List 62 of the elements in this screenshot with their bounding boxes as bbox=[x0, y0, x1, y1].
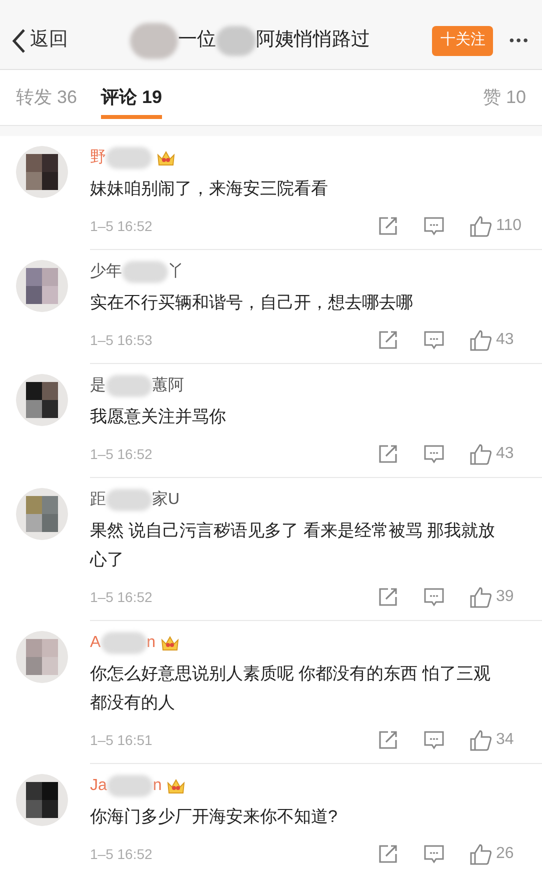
redaction-blur bbox=[106, 489, 152, 511]
user-name[interactable]: 家U bbox=[152, 488, 180, 512]
comment-time: 1–5 16:52 bbox=[90, 216, 154, 236]
share-icon[interactable] bbox=[378, 730, 398, 750]
crown-icon bbox=[156, 149, 176, 167]
share-icon[interactable] bbox=[378, 444, 398, 464]
comment-time: 1–5 16:52 bbox=[90, 444, 154, 464]
more-button[interactable]: ••• bbox=[509, 30, 530, 51]
title-text: 一位 bbox=[178, 28, 216, 52]
redaction-blur bbox=[122, 261, 168, 283]
back-icon bbox=[12, 28, 26, 54]
thumbs-up-icon[interactable] bbox=[470, 330, 492, 350]
share-icon[interactable] bbox=[378, 330, 398, 350]
like-count: 39 bbox=[496, 587, 515, 607]
comment-icon[interactable] bbox=[424, 216, 444, 236]
thumbs-up-icon[interactable] bbox=[470, 586, 492, 608]
crown-icon bbox=[166, 777, 186, 795]
comment-icon[interactable] bbox=[424, 588, 444, 606]
tab[interactable]: 评论 19 bbox=[101, 76, 162, 119]
redaction-blur bbox=[100, 632, 147, 654]
avatar[interactable] bbox=[16, 774, 68, 826]
thumbs-up-icon[interactable] bbox=[470, 216, 492, 236]
title-text: 阿姨悄悄路过 bbox=[256, 28, 370, 52]
comment-icon[interactable] bbox=[424, 730, 444, 750]
user-name[interactable]: 丫 bbox=[168, 260, 184, 284]
share-icon[interactable] bbox=[378, 844, 398, 864]
share-icon[interactable] bbox=[378, 587, 398, 607]
share-icon[interactable] bbox=[378, 216, 398, 236]
user-name[interactable]: 少年 bbox=[90, 260, 122, 284]
comment-text: 我愿意关注并骂你 bbox=[90, 406, 227, 428]
redaction-blur bbox=[106, 147, 152, 169]
comment-text: 妹妹咱别闹了，来海安三院看看 bbox=[90, 178, 329, 200]
comment-text: 你怎么好意思说别人素质呢 你都没有的东西 怕了三观都没有的人 bbox=[90, 663, 492, 714]
user-name[interactable]: 距 bbox=[90, 488, 106, 512]
comment-time: 1–5 16:53 bbox=[90, 330, 154, 350]
comment-icon[interactable] bbox=[424, 844, 444, 864]
user-name[interactable]: 蕙阿 bbox=[152, 374, 184, 398]
like-count: 26 bbox=[496, 844, 515, 864]
avatar[interactable] bbox=[16, 374, 68, 426]
redaction-blur bbox=[216, 26, 256, 56]
user-name[interactable]: 是 bbox=[90, 374, 106, 398]
like-count: 110 bbox=[496, 216, 523, 236]
comment-time: 1–5 16:52 bbox=[90, 588, 154, 606]
redaction-blur bbox=[106, 375, 152, 397]
comment-time: 1–5 16:51 bbox=[90, 730, 154, 750]
comment-icon[interactable] bbox=[424, 444, 444, 464]
comment-time: 1–5 16:52 bbox=[90, 844, 154, 864]
back-button[interactable]: 返回 bbox=[12, 26, 68, 55]
comment-text: 实在不行买辆和谐号，自己开，想去哪去哪 bbox=[90, 292, 414, 314]
like-count: 43 bbox=[496, 330, 515, 350]
avatar[interactable] bbox=[16, 146, 68, 198]
thumbs-up-icon[interactable] bbox=[470, 730, 492, 750]
like-count: 34 bbox=[496, 730, 515, 750]
comment-text: 果然 说自己污言秽语见多了 看来是经常被骂 那我就放心了 bbox=[90, 520, 496, 571]
thumbs-up-icon[interactable] bbox=[470, 844, 492, 864]
thumbs-up-icon[interactable] bbox=[470, 444, 492, 464]
like-count: 43 bbox=[496, 444, 515, 464]
redaction-blur bbox=[106, 775, 153, 797]
comment-icon[interactable] bbox=[424, 330, 444, 350]
redaction-blur bbox=[130, 22, 178, 58]
comment-text: 你海门多少厂开海安来你不知道? bbox=[90, 806, 338, 828]
crown-icon bbox=[160, 634, 180, 652]
